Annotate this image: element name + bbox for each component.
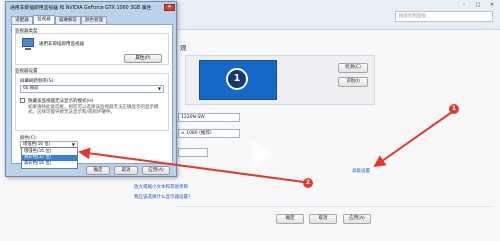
annotation-marker-2: 2 [303,178,313,188]
arrow-2 [78,147,305,183]
annotation-arrows [78,111,453,183]
arrow-1 [373,111,453,168]
annotation-marker-1: 1 [449,104,459,114]
